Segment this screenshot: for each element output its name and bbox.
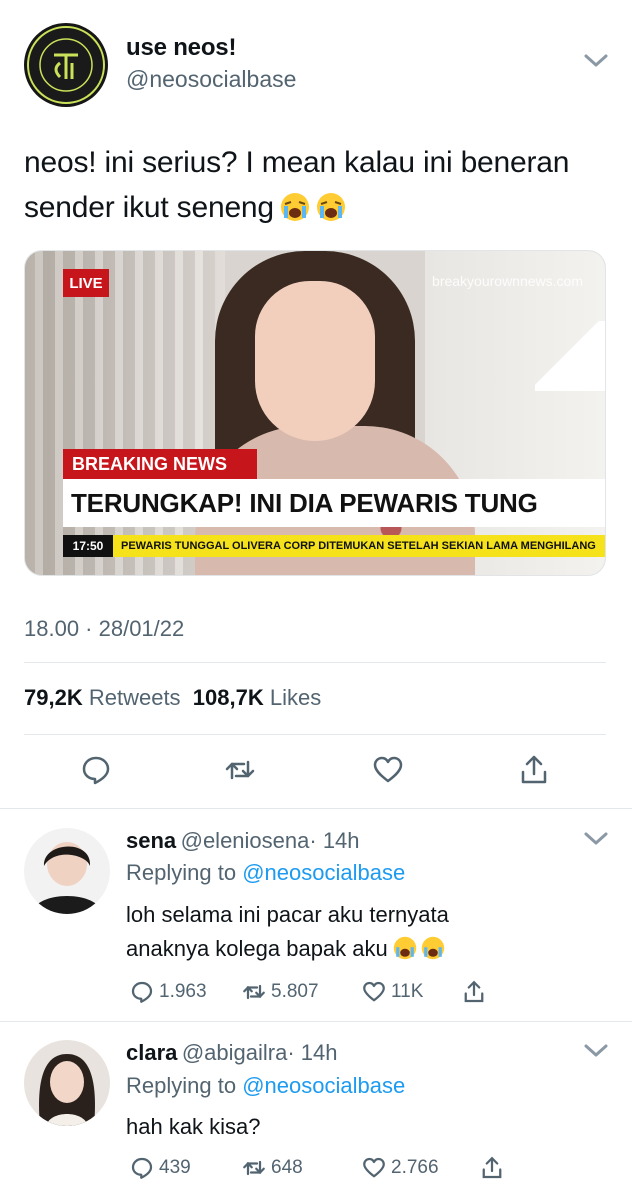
chevron-down-icon[interactable] xyxy=(582,1042,610,1060)
retweet-count: 648 xyxy=(271,1157,303,1178)
reply-text: hah kak kisa? xyxy=(126,1110,566,1144)
reply-button[interactable]: 1.963 xyxy=(130,980,242,1004)
retweets-count[interactable]: 79,2K xyxy=(24,685,83,710)
reply-icon xyxy=(131,1157,153,1179)
replying-to: Replying to @neosocialbase xyxy=(126,1073,405,1099)
replying-prefix: Replying to xyxy=(126,860,237,885)
tweet-media-image[interactable]: LIVE breakyourownnews.com BREAKING NEWS … xyxy=(24,250,606,576)
loudly-crying-face-icon xyxy=(280,193,309,221)
reply-count: 1.963 xyxy=(159,981,207,1002)
watermark: breakyourownnews.com xyxy=(432,273,583,289)
engagement-stats: 79,2K Retweets 108,7K Likes xyxy=(24,685,321,711)
retweet-count: 5.807 xyxy=(271,981,319,1002)
reply-text-line: hah kak kisa? xyxy=(126,1114,261,1139)
like-count: 2.766 xyxy=(391,1157,439,1178)
reply-avatar[interactable] xyxy=(24,1040,110,1126)
replying-to: Replying to @neosocialbase xyxy=(126,860,405,886)
avatar-photo-icon xyxy=(24,828,110,914)
divider xyxy=(0,808,632,809)
retweet-button[interactable]: 648 xyxy=(242,1156,362,1180)
chevron-down-icon[interactable] xyxy=(582,830,610,848)
replying-prefix: Replying to xyxy=(126,1073,237,1098)
display-name[interactable]: use neos! xyxy=(126,34,236,62)
live-badge: LIVE xyxy=(63,269,109,297)
tweet-text: neos! ini serius? I mean kalau ini bener… xyxy=(24,140,604,230)
share-icon xyxy=(464,980,484,1003)
reply-button[interactable]: 439 xyxy=(130,1156,242,1180)
like-count: 11K xyxy=(391,981,424,1002)
reply-header: clara @abigailra· 14h xyxy=(126,1040,338,1066)
avatar[interactable] xyxy=(24,23,108,107)
share-icon xyxy=(482,1156,502,1179)
reply-count: 439 xyxy=(159,1157,191,1178)
like-icon xyxy=(363,1157,385,1178)
news-clock: 17:50 xyxy=(63,535,113,557)
reply-actions: 439 648 2.766 xyxy=(130,1156,504,1180)
loudly-crying-face-icon xyxy=(316,193,345,221)
retweets-label[interactable]: Retweets xyxy=(89,685,181,710)
retweet-button[interactable]: 5.807 xyxy=(242,980,362,1004)
loudly-crying-face-icon xyxy=(393,936,416,960)
photo-person-face xyxy=(255,281,375,441)
reply-display-name[interactable]: sena xyxy=(126,828,176,853)
divider xyxy=(24,734,606,735)
like-icon xyxy=(363,981,385,1002)
retweet-icon[interactable] xyxy=(224,754,256,786)
reply-handle[interactable]: @abigailra xyxy=(182,1040,288,1065)
reply-avatar[interactable] xyxy=(24,828,110,914)
divider xyxy=(24,662,606,663)
reply-handle[interactable]: @eleniosena xyxy=(181,828,310,853)
reply-text-content: anaknya kolega bapak aku xyxy=(126,936,388,961)
loudly-crying-face-icon xyxy=(421,936,444,960)
avatar-photo-icon xyxy=(24,1040,110,1126)
reply-icon[interactable] xyxy=(80,754,112,786)
like-button[interactable]: 11K xyxy=(362,980,462,1004)
reply-text-line-2: anaknya kolega bapak aku xyxy=(126,932,566,966)
reply-age: · 14h xyxy=(287,1040,338,1065)
reply-text-line: loh selama ini pacar aku ternyata xyxy=(126,902,449,927)
divider xyxy=(0,1021,632,1022)
likes-count[interactable]: 108,7K xyxy=(193,685,264,710)
reply-text: loh selama ini pacar aku ternyata anakny… xyxy=(126,898,566,966)
retweet-icon xyxy=(243,1160,265,1176)
reply-actions: 1.963 5.807 11K xyxy=(130,980,486,1004)
tweet-timestamp[interactable]: 18.00 · 28/01/22 xyxy=(24,616,184,642)
news-headline: TERUNGKAP! INI DIA PEWARIS TUNG xyxy=(63,479,605,527)
reply-age: · 14h xyxy=(309,828,360,853)
chevron-down-icon[interactable] xyxy=(582,52,610,70)
reply-header: sena @eleniosena· 14h xyxy=(126,828,360,854)
breaking-news-banner: BREAKING NEWS xyxy=(63,449,257,479)
news-ticker: PEWARIS TUNGGAL OLIVERA CORP DITEMUKAN S… xyxy=(113,535,605,557)
replying-to-link[interactable]: @neosocialbase xyxy=(242,860,405,885)
likes-label[interactable]: Likes xyxy=(270,685,321,710)
retweet-icon xyxy=(243,984,265,1000)
share-icon[interactable] xyxy=(518,754,550,786)
replying-to-link[interactable]: @neosocialbase xyxy=(242,1073,405,1098)
reply-icon xyxy=(131,981,153,1003)
like-icon[interactable] xyxy=(372,754,404,786)
reply-display-name[interactable]: clara xyxy=(126,1040,177,1065)
photo-lamp xyxy=(535,321,605,391)
share-button[interactable] xyxy=(480,1156,504,1180)
nctzen-logo-icon xyxy=(27,26,105,104)
handle[interactable]: @neosocialbase xyxy=(126,66,296,93)
like-button[interactable]: 2.766 xyxy=(362,1156,480,1180)
share-button[interactable] xyxy=(462,980,486,1004)
